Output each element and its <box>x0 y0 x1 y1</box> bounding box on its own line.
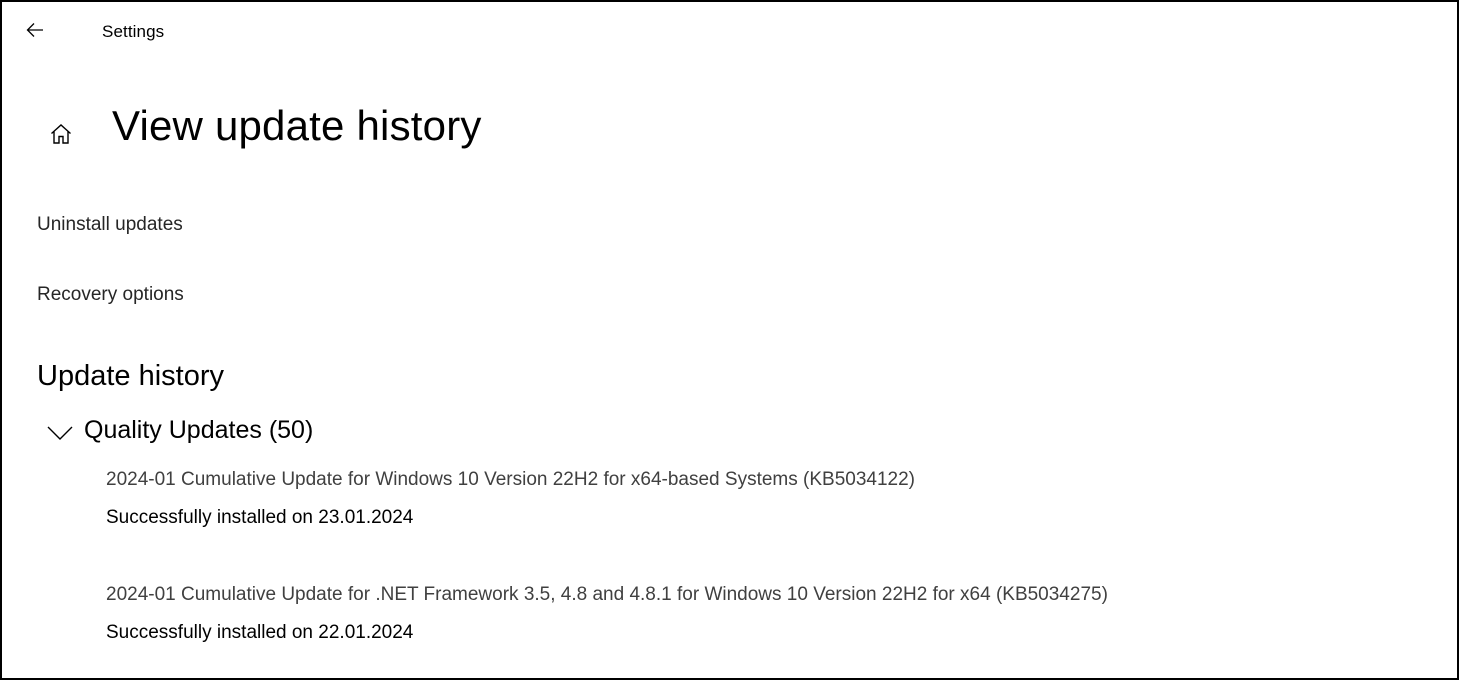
chevron-down-icon <box>47 426 73 440</box>
settings-window: Settings View update history Uninstall u… <box>0 0 1459 680</box>
list-item: 2024-01 Cumulative Update for Windows 10… <box>106 469 915 529</box>
back-button[interactable] <box>22 17 48 43</box>
title-bar: Settings <box>2 2 1457 60</box>
update-status: Successfully installed on 22.01.2024 <box>106 622 414 643</box>
back-arrow-icon <box>26 23 43 37</box>
page-title: View update history <box>112 102 482 149</box>
uninstall-updates-link[interactable]: Uninstall updates <box>37 214 183 236</box>
quality-updates-group-toggle[interactable]: Quality Updates (50) <box>46 412 313 448</box>
update-status: Successfully installed on 23.01.2024 <box>106 507 414 528</box>
home-icon <box>51 124 71 144</box>
list-item: 2024-01 Cumulative Update for .NET Frame… <box>106 584 1108 644</box>
recovery-options-link[interactable]: Recovery options <box>37 284 184 306</box>
update-title-link[interactable]: 2024-01 Cumulative Update for .NET Frame… <box>106 584 1108 606</box>
group-label: Quality Updates (50) <box>84 415 314 444</box>
app-title: Settings <box>102 22 165 41</box>
update-title-link[interactable]: 2024-01 Cumulative Update for Windows 10… <box>106 469 915 491</box>
section-title: Update history <box>37 360 224 392</box>
page-header: View update history <box>2 92 1457 172</box>
